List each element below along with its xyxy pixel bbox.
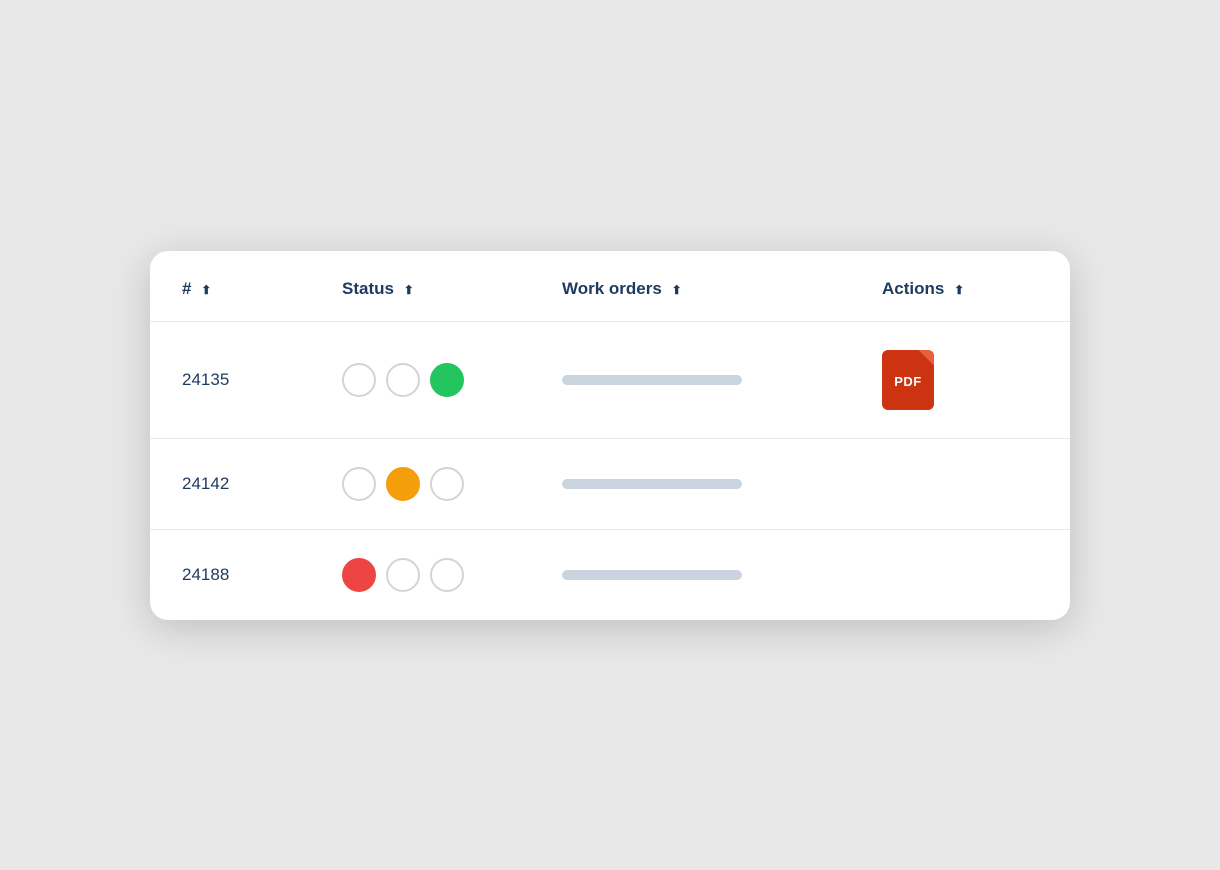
table-row: 24135 PDF xyxy=(150,321,1070,438)
status-circle-orange[interactable] xyxy=(386,467,420,501)
work-order-bar xyxy=(562,570,742,580)
status-circle-empty[interactable] xyxy=(430,467,464,501)
sort-icon-work-orders: ⬆ xyxy=(672,283,682,297)
status-circles-row-2 xyxy=(342,467,498,501)
column-actions-label: Actions xyxy=(882,279,944,298)
column-header-work-orders[interactable]: Work orders ⬆ xyxy=(530,251,850,322)
column-header-hash[interactable]: # ⬆ xyxy=(150,251,310,322)
column-work-orders-label: Work orders xyxy=(562,279,662,298)
work-order-bar xyxy=(562,479,742,489)
pdf-label: PDF xyxy=(894,374,922,389)
status-circle-empty[interactable] xyxy=(386,363,420,397)
status-circle-empty[interactable] xyxy=(342,467,376,501)
table-row: 24188 xyxy=(150,529,1070,620)
row-number-24142: 24142 xyxy=(182,474,229,493)
column-header-status[interactable]: Status ⬆ xyxy=(310,251,530,322)
pdf-download-button[interactable]: PDF xyxy=(882,350,934,410)
table-row: 24142 xyxy=(150,438,1070,529)
table-header-row: # ⬆ Status ⬆ Work orders ⬆ Actions ⬆ xyxy=(150,251,1070,322)
main-card: # ⬆ Status ⬆ Work orders ⬆ Actions ⬆ 241… xyxy=(150,251,1070,620)
status-circle-empty[interactable] xyxy=(430,558,464,592)
status-circles-row-3 xyxy=(342,558,498,592)
data-table: # ⬆ Status ⬆ Work orders ⬆ Actions ⬆ 241… xyxy=(150,251,1070,620)
sort-icon-actions: ⬆ xyxy=(954,283,964,297)
row-number-24135: 24135 xyxy=(182,370,229,389)
status-circle-green[interactable] xyxy=(430,363,464,397)
sort-icon-status: ⬆ xyxy=(404,283,414,297)
status-circles-row-1 xyxy=(342,363,498,397)
column-status-label: Status xyxy=(342,279,394,298)
status-circle-red[interactable] xyxy=(342,558,376,592)
status-circle-empty[interactable] xyxy=(342,363,376,397)
work-order-bar xyxy=(562,375,742,385)
row-number-24188: 24188 xyxy=(182,565,229,584)
column-header-actions[interactable]: Actions ⬆ xyxy=(850,251,1070,322)
sort-icon-hash: ⬆ xyxy=(201,283,211,297)
status-circle-empty[interactable] xyxy=(386,558,420,592)
column-hash-label: # xyxy=(182,279,191,298)
